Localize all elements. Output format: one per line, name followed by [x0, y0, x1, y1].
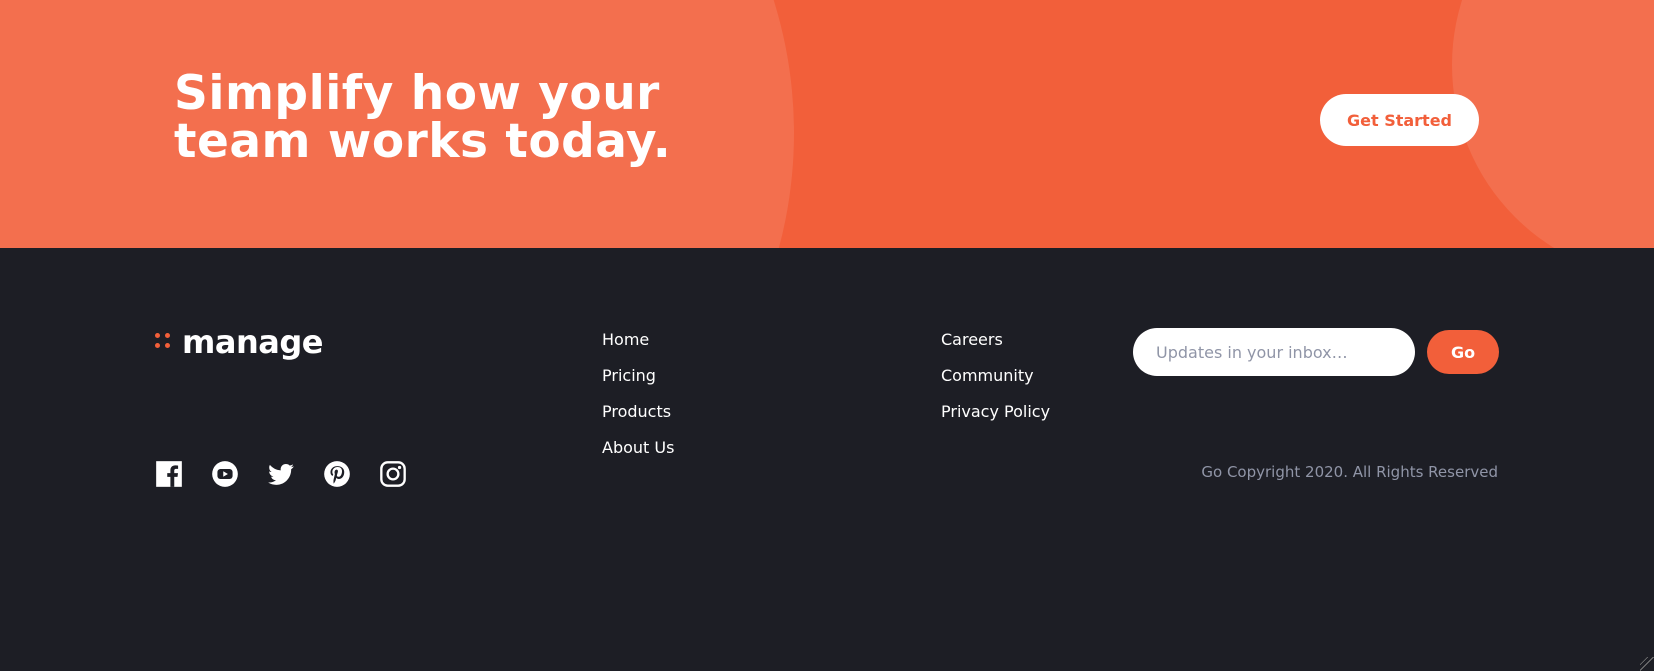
newsletter-email-input[interactable]: [1133, 328, 1415, 376]
list-item: Pricing: [602, 366, 674, 402]
youtube-icon[interactable]: [211, 460, 239, 488]
instagram-icon[interactable]: [379, 460, 407, 488]
cta-banner: Simplify how your team works today. Get …: [0, 0, 1654, 248]
resize-handle-icon[interactable]: [1640, 657, 1654, 671]
cta-title: Simplify how your team works today.: [174, 66, 672, 169]
list-item: Careers: [941, 330, 1050, 366]
social-links: [155, 460, 407, 488]
pinterest-icon[interactable]: [323, 460, 351, 488]
list-item: Products: [602, 402, 674, 438]
products-link[interactable]: Products: [602, 402, 671, 421]
twitter-icon[interactable]: [267, 460, 295, 488]
community-link[interactable]: Community: [941, 366, 1034, 385]
footer-links-primary: Home Pricing Products About Us: [602, 330, 674, 474]
list-item: About Us: [602, 438, 674, 474]
footer-logo[interactable]: manage: [155, 326, 323, 358]
list-item: Privacy Policy: [941, 402, 1050, 438]
list-item: Community: [941, 366, 1050, 402]
privacy-policy-link[interactable]: Privacy Policy: [941, 402, 1050, 421]
home-link[interactable]: Home: [602, 330, 649, 349]
newsletter-form: Go: [1133, 328, 1499, 376]
go-button[interactable]: Go: [1427, 330, 1499, 374]
decorative-circle-right: [1452, 0, 1654, 248]
about-us-link[interactable]: About Us: [602, 438, 674, 457]
footer-links-secondary: Careers Community Privacy Policy: [941, 330, 1050, 438]
list-item: Home: [602, 330, 674, 366]
copyright-text: Go Copyright 2020. All Rights Reserved: [1201, 463, 1498, 481]
logo-text: manage: [182, 323, 323, 361]
facebook-icon[interactable]: [155, 460, 183, 488]
pricing-link[interactable]: Pricing: [602, 366, 656, 385]
logo-dots-icon: [155, 333, 173, 351]
careers-link[interactable]: Careers: [941, 330, 1003, 349]
get-started-button[interactable]: Get Started: [1320, 94, 1479, 146]
